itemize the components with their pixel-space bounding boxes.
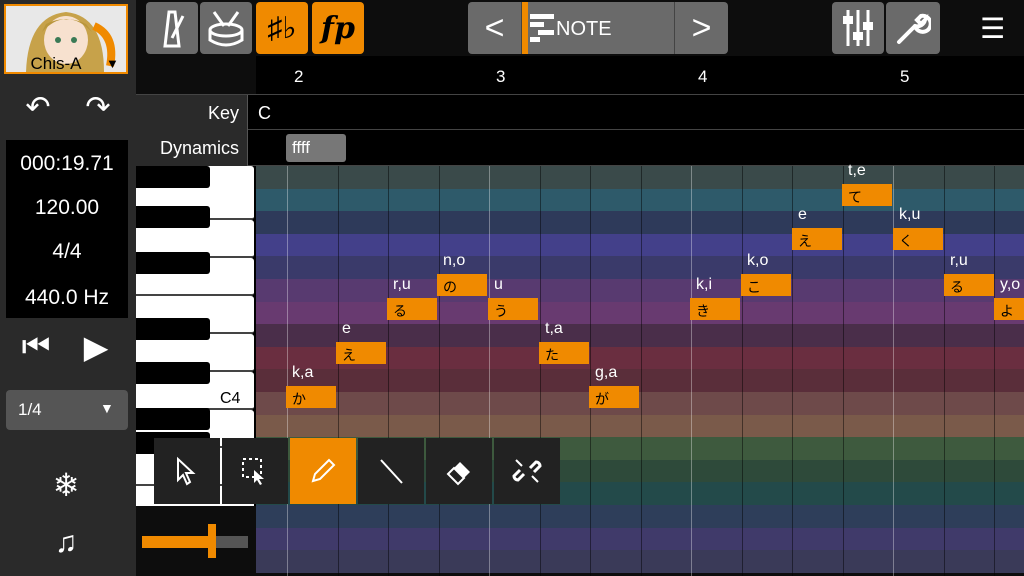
time-signature-readout: 4/4 xyxy=(52,240,82,263)
bar-number: 3 xyxy=(496,67,506,86)
note-block[interactable]: が xyxy=(589,386,639,408)
bar-number: 4 xyxy=(698,67,708,86)
beat-line xyxy=(539,166,541,576)
piano-black-key[interactable] xyxy=(136,362,210,384)
sharp-flat-icon[interactable]: ♯♭ xyxy=(256,2,308,54)
mode-indicator xyxy=(522,2,528,54)
mixer-icon[interactable] xyxy=(832,2,884,54)
wrench-icon[interactable] xyxy=(886,2,940,54)
note-lyric: n,o xyxy=(443,252,466,269)
note-lyric: k,u xyxy=(899,206,921,223)
bar-line xyxy=(691,166,692,576)
voice-selector[interactable]: Chis-A ▼ xyxy=(4,4,128,74)
note-lyric: t,e xyxy=(848,162,866,179)
bar-number: 5 xyxy=(900,67,910,86)
piano-black-key[interactable] xyxy=(136,318,210,340)
chevron-right-icon[interactable]: > xyxy=(674,2,728,54)
edit-mode-switcher: < NOTE > xyxy=(468,2,728,54)
edit-mode-label: NOTE xyxy=(556,18,612,40)
bar-line xyxy=(489,166,490,576)
note-block[interactable]: の xyxy=(437,274,487,296)
chevron-down-icon: ▼ xyxy=(106,56,119,71)
transport-readout: 000:19.71 120.00 4/4 440.0 Hz xyxy=(6,140,128,318)
note-block[interactable]: き xyxy=(690,298,740,320)
voice-name: Chis-A xyxy=(30,54,82,73)
beat-line xyxy=(337,166,339,576)
timeline-ruler[interactable]: 2 3 4 5 xyxy=(256,56,1024,94)
beat-line xyxy=(943,166,945,576)
bar-number: 2 xyxy=(294,67,304,86)
note-lyric: y,o xyxy=(1000,276,1021,293)
undo-icon[interactable]: ↶ xyxy=(18,90,58,125)
note-lyric: e xyxy=(342,320,351,337)
note-block[interactable]: る xyxy=(944,274,994,296)
fp-icon[interactable]: fp xyxy=(312,2,364,54)
bar-line xyxy=(287,166,288,576)
note-block[interactable]: え xyxy=(336,342,386,364)
dynamics-track[interactable]: Dynamics xyxy=(136,130,1024,166)
note-lyric: r,u xyxy=(950,252,968,269)
unlink-icon[interactable] xyxy=(494,438,560,504)
redo-icon[interactable]: ↷ xyxy=(78,90,118,125)
zoom-slider-fill xyxy=(142,536,212,548)
note-block[interactable]: か xyxy=(286,386,336,408)
note-block[interactable]: よ xyxy=(994,298,1024,320)
key-value: C xyxy=(258,103,271,123)
note-lyric: g,a xyxy=(595,364,618,381)
note-block[interactable]: る xyxy=(387,298,437,320)
music-file-icon[interactable]: ♫ xyxy=(46,526,86,560)
piano-black-key[interactable] xyxy=(136,166,210,188)
beat-line xyxy=(741,166,743,576)
note-block[interactable]: こ xyxy=(741,274,791,296)
hamburger-menu-icon[interactable]: ☰ xyxy=(980,12,1005,45)
dynamics-marker[interactable]: ffff xyxy=(286,134,346,162)
note-lyric: u xyxy=(494,276,503,293)
beat-line xyxy=(640,166,642,576)
time-readout: 000:19.71 xyxy=(20,152,114,175)
eraser-icon[interactable] xyxy=(426,438,492,504)
piano-black-key[interactable] xyxy=(136,252,210,274)
note-lyric: r,u xyxy=(393,276,411,293)
skip-to-start-icon[interactable]: ⏮ xyxy=(16,328,56,366)
piano-black-key[interactable] xyxy=(136,408,210,430)
drum-icon[interactable] xyxy=(200,2,252,54)
beat-line xyxy=(388,166,389,576)
zoom-slider-thumb[interactable] xyxy=(208,524,216,558)
tool-palette xyxy=(154,438,560,504)
note-lyric: e xyxy=(798,206,807,223)
beat-line xyxy=(438,166,440,576)
note-lyric: t,a xyxy=(545,320,563,337)
marquee-select-icon[interactable] xyxy=(222,438,288,504)
note-block[interactable]: て xyxy=(842,184,892,206)
note-block[interactable]: く xyxy=(893,228,943,250)
key-track[interactable]: Key C xyxy=(136,94,1024,131)
note-lyric: k,a xyxy=(292,364,314,381)
chevron-left-icon[interactable]: < xyxy=(468,2,522,54)
metronome-icon[interactable] xyxy=(146,2,198,54)
chevron-down-icon: ▼ xyxy=(100,400,114,416)
key-track-label: Key xyxy=(136,95,248,131)
tuning-readout: 440.0 Hz xyxy=(24,286,110,309)
line-tool-icon[interactable] xyxy=(358,438,424,504)
tempo-readout: 120.00 xyxy=(34,196,100,219)
piano-roll-icon xyxy=(530,14,554,42)
arrow-select-icon[interactable] xyxy=(154,438,220,504)
beat-line xyxy=(842,166,844,576)
play-icon[interactable]: ▶ xyxy=(76,328,116,366)
dynamics-track-label: Dynamics xyxy=(136,130,248,166)
c4-label: C4 xyxy=(220,390,241,407)
piano-black-key[interactable] xyxy=(136,206,210,228)
note-block[interactable]: う xyxy=(488,298,538,320)
pencil-icon[interactable] xyxy=(290,438,356,504)
snowflake-icon[interactable]: ❄ xyxy=(46,466,86,504)
beat-line xyxy=(590,166,591,576)
piano-roll-grid[interactable] xyxy=(136,166,1024,576)
note-block[interactable]: え xyxy=(792,228,842,250)
note-lyric: k,o xyxy=(747,252,769,269)
beat-line xyxy=(994,166,995,576)
note-lyric: k,i xyxy=(696,276,712,293)
note-block[interactable]: た xyxy=(539,342,589,364)
